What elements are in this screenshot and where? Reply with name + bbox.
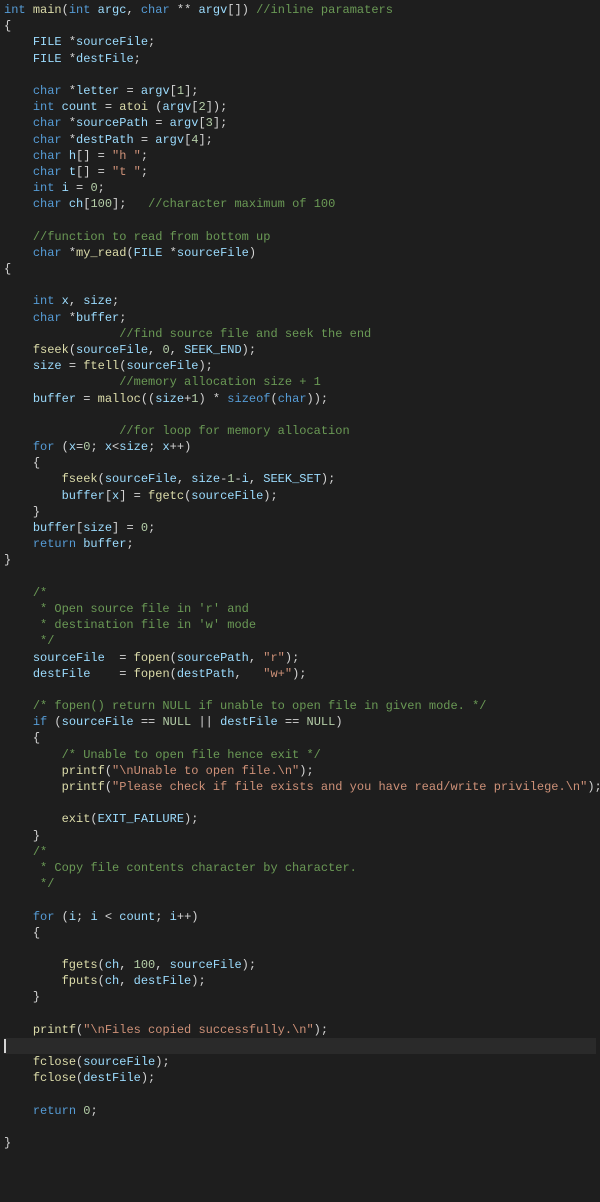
code-line: { <box>4 926 40 940</box>
code-line: char *destPath = argv[4]; <box>4 133 213 147</box>
code-line: int x, size; <box>4 294 119 308</box>
code-line: buffer[x] = fgetc(sourceFile); <box>4 489 278 503</box>
code-line: //memory allocation size + 1 <box>4 375 321 389</box>
code-line: buffer = malloc((size+1) * sizeof(char))… <box>4 392 328 406</box>
code-line: fseek(sourceFile, 0, SEEK_END); <box>4 343 256 357</box>
code-line: fclose(destFile); <box>4 1071 155 1085</box>
code-line: /* Unable to open file hence exit */ <box>4 748 321 762</box>
code-line: char *letter = argv[1]; <box>4 84 198 98</box>
code-line: } <box>4 829 40 843</box>
code-editor[interactable]: int main(int argc, char ** argv[]) //inl… <box>0 0 600 1202</box>
code-line: } <box>4 505 40 519</box>
code-line: char *sourcePath = argv[3]; <box>4 116 227 130</box>
code-line: int i = 0; <box>4 181 105 195</box>
code-line: { <box>4 456 40 470</box>
code-line: fseek(sourceFile, size-1-i, SEEK_SET); <box>4 472 335 486</box>
code-line: if (sourceFile == NULL || destFile == NU… <box>4 715 343 729</box>
code-line: size = ftell(sourceFile); <box>4 359 213 373</box>
code-line: printf("Please check if file exists and … <box>4 780 600 794</box>
code-line: */ <box>4 634 54 648</box>
code-line: } <box>4 990 40 1004</box>
code-line: { <box>4 262 11 276</box>
code-line: char *buffer; <box>4 311 126 325</box>
code-line: char t[] = "t "; <box>4 165 148 179</box>
code-line: exit(EXIT_FAILURE); <box>4 812 198 826</box>
code-line: char *my_read(FILE *sourceFile) <box>4 246 256 260</box>
code-line: return buffer; <box>4 537 134 551</box>
code-line: { <box>4 19 11 33</box>
active-line[interactable] <box>4 1038 596 1054</box>
code-line: /* fopen() return NULL if unable to open… <box>4 699 487 713</box>
code-line: //for loop for memory allocation <box>4 424 350 438</box>
code-line: //find source file and seek the end <box>4 327 371 341</box>
code-line: for (i; i < count; i++) <box>4 910 198 924</box>
code-line: char ch[100]; //character maximum of 100 <box>4 197 335 211</box>
code-line: //function to read from bottom up <box>4 230 270 244</box>
code-line: printf("\nUnable to open file.\n"); <box>4 764 314 778</box>
code-line: return 0; <box>4 1104 98 1118</box>
code-line: fgets(ch, 100, sourceFile); <box>4 958 256 972</box>
code-line: FILE *sourceFile; <box>4 35 155 49</box>
code-line: } <box>4 553 11 567</box>
code-line: int main(int argc, char ** argv[]) //inl… <box>4 3 393 17</box>
code-line: destFile = fopen(destPath, "w+"); <box>4 667 307 681</box>
code-line: fclose(sourceFile); <box>4 1055 170 1069</box>
code-line: FILE *destFile; <box>4 52 141 66</box>
code-line: */ <box>4 877 54 891</box>
code-line: { <box>4 731 40 745</box>
code-line: } <box>4 1136 11 1150</box>
code-line: char h[] = "h "; <box>4 149 148 163</box>
code-line: /* <box>4 586 47 600</box>
code-line: int count = atoi (argv[2]); <box>4 100 227 114</box>
code-line: * Open source file in 'r' and <box>4 602 249 616</box>
code-line: /* <box>4 845 47 859</box>
code-line: * Copy file contents character by charac… <box>4 861 357 875</box>
code-line: * destination file in 'w' mode <box>4 618 256 632</box>
code-line: buffer[size] = 0; <box>4 521 155 535</box>
code-line: fputs(ch, destFile); <box>4 974 206 988</box>
code-line: printf("\nFiles copied successfully.\n")… <box>4 1023 328 1037</box>
code-line: sourceFile = fopen(sourcePath, "r"); <box>4 651 299 665</box>
cursor <box>4 1039 6 1053</box>
code-line: for (x=0; x<size; x++) <box>4 440 191 454</box>
